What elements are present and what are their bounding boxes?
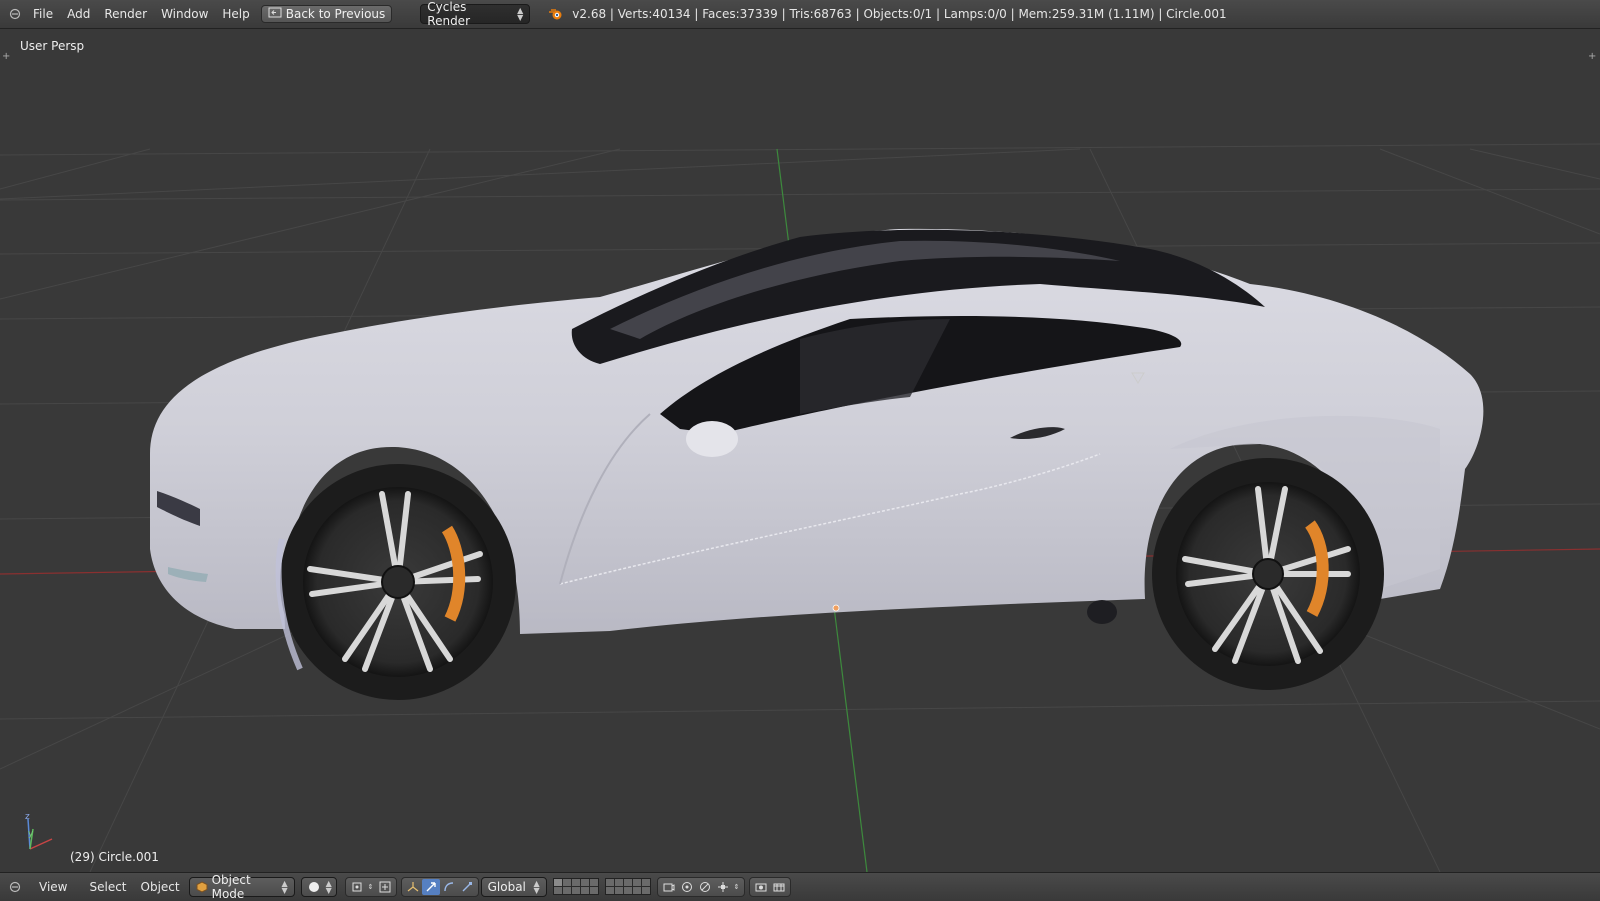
render-engine-dropdown[interactable]: Cycles Render ▲ ▼ (420, 0, 531, 28)
split-corner-right-icon[interactable]: + (1588, 52, 1596, 62)
layers-grid-1[interactable] (552, 878, 599, 895)
shading-sphere-icon (308, 881, 320, 893)
dropdown-arrows-icon: ▲ ▼ (517, 6, 524, 22)
split-corner-left-icon[interactable]: + (2, 52, 10, 62)
snap-group: ⇕ (656, 876, 745, 897)
pivot-arrows-icon[interactable]: ⇕ (366, 879, 376, 895)
menu-help[interactable]: Help (215, 7, 256, 21)
front-wheel (275, 464, 516, 700)
render-still-icon[interactable] (752, 879, 770, 895)
info-header: File Add Render Window Help Back to Prev… (0, 0, 1600, 29)
back-to-previous-label: Back to Previous (285, 7, 386, 21)
3d-viewport[interactable]: z y User Persp (29) Circle.001 + + (0, 29, 1600, 872)
rear-wheel (1152, 458, 1384, 690)
blender-logo-icon (548, 7, 564, 21)
proportional-edit-icon[interactable] (678, 879, 696, 895)
render-group (748, 876, 791, 897)
menu-add[interactable]: Add (60, 7, 97, 21)
menu-file[interactable]: File (26, 7, 60, 21)
transform-orientation-dropdown[interactable]: Global ▲ ▼ (480, 876, 547, 897)
menu-select[interactable]: Select (82, 880, 133, 894)
viewport-shading-dropdown[interactable]: ▲ ▼ (300, 876, 337, 897)
menu-window[interactable]: Window (154, 7, 215, 21)
menu-render[interactable]: Render (97, 7, 154, 21)
view-name-label: User Persp (20, 39, 85, 53)
axis-gizmo-z-label: z (25, 812, 30, 822)
manipulator-toggle-icon[interactable] (376, 879, 394, 895)
editor-type-icon[interactable] (4, 3, 26, 25)
menu-object[interactable]: Object (134, 880, 187, 894)
shading-arrows-icon: ▲ ▼ (325, 878, 332, 895)
mode-arrows-icon: ▲ ▼ (281, 878, 288, 895)
pivot-point-icon[interactable] (348, 879, 366, 895)
back-arrow-icon (268, 7, 282, 21)
pivot-group: ⇕ (344, 876, 397, 897)
scale-tool-icon[interactable] (458, 879, 476, 895)
snap-arrows-icon[interactable]: ⇕ (732, 879, 742, 895)
viewport-scene: z y (0, 143, 1600, 872)
cube-icon (196, 880, 208, 893)
lock-camera-icon[interactable] (660, 879, 678, 895)
axis-gizmo-y-label: y (28, 829, 34, 839)
viewport-header: View Select Object Object Mode ▲▼ ▲▼ ⇕ (0, 872, 1600, 901)
scene-statistics: v2.68 | Verts:40134 | Faces:37339 | Tris… (572, 7, 1227, 21)
mode-label: Object Mode (211, 872, 251, 901)
render-animation-icon[interactable] (770, 879, 788, 895)
layers-grid-2[interactable] (604, 878, 651, 895)
snap-magnet-icon[interactable] (696, 879, 714, 895)
orientation-label: Global (487, 879, 526, 894)
active-object-label: (29) Circle.001 (70, 850, 159, 864)
translate-tool-icon[interactable] (421, 878, 440, 895)
render-engine-label: Cycles Render (427, 0, 471, 28)
back-to-previous-button[interactable]: Back to Previous (260, 5, 393, 23)
snap-element-icon[interactable] (714, 879, 732, 895)
editor-type-3d-icon[interactable] (4, 876, 26, 898)
rotate-tool-icon[interactable] (440, 879, 458, 895)
car-model[interactable] (150, 228, 1484, 700)
manipulator-group (400, 876, 479, 897)
orientation-arrows-icon: ▲ ▼ (533, 878, 540, 895)
manipulator-axes-icon[interactable] (404, 879, 422, 895)
menu-view[interactable]: View (32, 880, 74, 894)
mode-dropdown[interactable]: Object Mode ▲ ▼ (188, 873, 295, 901)
